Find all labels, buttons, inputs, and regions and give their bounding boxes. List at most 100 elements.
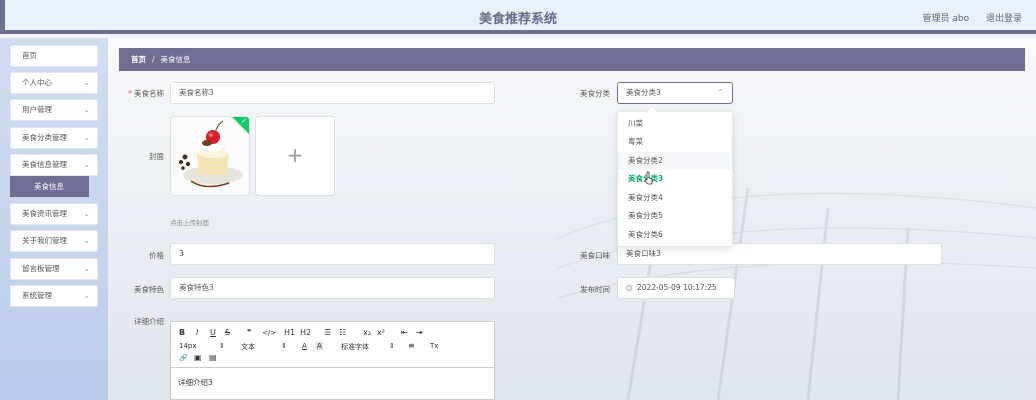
underline-button[interactable]: U xyxy=(210,328,216,337)
chevron-down-icon: ⌄ xyxy=(83,291,90,300)
food-category-selected-value: 美食分类3 xyxy=(626,88,661,97)
editor-toolbar: B I U S ❞ </> H1 H2 ☰ ☷ x₂ x² ⇤ ⇥ 14px ⇕… xyxy=(171,322,494,368)
cover-image-preview[interactable]: ✓ xyxy=(170,116,250,196)
editor-content[interactable]: 详细介绍3 xyxy=(178,377,213,388)
dropdown-option-selected[interactable]: 美食分类3 xyxy=(618,170,732,188)
food-name-input[interactable]: 美食名称3 xyxy=(170,82,495,104)
sidebar-subitem-food-info[interactable]: 美食信息 xyxy=(10,176,89,197)
sidebar-item-system-management[interactable]: 系统管理 ⌄ xyxy=(10,285,98,307)
dropdown-option[interactable]: 川菜 xyxy=(618,115,732,133)
background-color-icon[interactable]: A xyxy=(316,342,323,350)
code-icon[interactable]: </> xyxy=(262,329,276,337)
sidebar-item-label: 首页 xyxy=(22,51,37,60)
mouse-pointer-icon xyxy=(644,171,653,185)
dropdown-option[interactable]: 美食分类4 xyxy=(618,189,732,207)
top-header: 美食推荐系统 管理员 abo 退出登录 xyxy=(0,0,1036,34)
plus-icon: + xyxy=(286,143,304,167)
cover-label: 封面 xyxy=(149,152,164,161)
sidebar-item-user-management[interactable]: 用户管理 ⌄ xyxy=(10,99,98,121)
chevron-down-icon: ⌄ xyxy=(83,78,90,87)
taste-label: 美食口味 xyxy=(580,251,610,260)
sidebar-item-home[interactable]: 首页 xyxy=(10,45,98,67)
dropdown-option[interactable]: 美食分类5 xyxy=(618,207,732,225)
user-area: 管理员 abo 退出登录 xyxy=(909,11,1023,24)
site-title: 美食推荐系统 xyxy=(478,12,557,27)
sidebar-subitem-label: 美食信息 xyxy=(34,182,64,191)
superscript-button[interactable]: x² xyxy=(377,328,385,337)
publish-time-value: 2022-05-09 10:17:25 xyxy=(637,283,717,292)
link-icon[interactable]: 🔗 xyxy=(179,354,188,362)
outdent-icon[interactable]: ⇤ xyxy=(401,328,408,337)
font-family-select[interactable]: 标准字体 xyxy=(341,342,369,352)
breadcrumb-home[interactable]: 首页 xyxy=(131,55,146,64)
strike-button[interactable]: S xyxy=(225,328,230,337)
sidebar-item-label: 个人中心 xyxy=(22,78,52,87)
font-size-select[interactable]: 14px xyxy=(179,342,197,350)
indent-icon[interactable]: ⇥ xyxy=(416,328,423,337)
italic-button[interactable]: I xyxy=(196,328,198,337)
sidebar-item-message-management[interactable]: 留言板管理 ⌄ xyxy=(10,258,98,280)
quote-icon[interactable]: ❞ xyxy=(247,328,251,337)
sidebar-item-label: 美食分类管理 xyxy=(22,133,67,142)
food-category-select[interactable]: 美食分类3 ⌃ xyxy=(617,82,733,104)
heading2-button[interactable]: H2 xyxy=(300,328,311,337)
bullet-list-icon[interactable]: ☷ xyxy=(339,328,346,337)
chevron-down-icon: ⌄ xyxy=(83,264,90,273)
required-mark: * xyxy=(128,89,132,98)
food-name-label: * 美食名称 xyxy=(104,88,164,99)
text-style-select[interactable]: 文本 xyxy=(241,342,255,352)
dropdown-option[interactable]: 粤菜 xyxy=(618,133,732,151)
sidebar-item-news-management[interactable]: 美食资讯管理 ⌄ xyxy=(10,203,98,225)
check-icon: ✓ xyxy=(241,117,247,125)
chevron-down-icon: ⌄ xyxy=(83,133,90,142)
dropdown-option-hovered[interactable]: 美食分类2 xyxy=(618,152,732,170)
sidebar-item-label: 美食资讯管理 xyxy=(22,209,67,218)
category-dropdown: 川菜 粤菜 美食分类2 美食分类3 美食分类4 美食分类5 美食分类6 xyxy=(617,105,733,247)
video-icon[interactable]: ▤ xyxy=(209,353,217,362)
dropdown-option[interactable]: 美食分类6 xyxy=(618,226,732,244)
chevron-down-icon: ⌄ xyxy=(83,236,90,245)
upload-add-button[interactable]: + xyxy=(255,116,335,196)
subscript-button[interactable]: x₂ xyxy=(363,328,371,337)
sidebar-item-about-management[interactable]: 关于我们管理 ⌄ xyxy=(10,230,98,252)
sidebar-item-category-management[interactable]: 美食分类管理 ⌄ xyxy=(10,127,98,149)
sidebar-item-label: 用户管理 xyxy=(22,105,52,114)
price-input[interactable]: 3 xyxy=(170,243,495,265)
sidebar-item-label: 留言板管理 xyxy=(22,264,60,273)
user-name-label: 管理员 abo xyxy=(922,14,970,24)
chevron-down-icon: ⌄ xyxy=(83,160,90,169)
price-label: 价格 xyxy=(149,251,164,260)
heading1-button[interactable]: H1 xyxy=(284,328,295,337)
sidebar-item-label: 关于我们管理 xyxy=(22,236,67,245)
bold-button[interactable]: B xyxy=(179,328,185,337)
sidebar-item-personal-center[interactable]: 个人中心 ⌄ xyxy=(10,72,98,94)
feature-input[interactable]: 美食特色3 xyxy=(170,277,495,299)
breadcrumb-separator: / xyxy=(152,55,155,64)
chevron-down-icon: ⌄ xyxy=(83,105,90,114)
logout-link[interactable]: 退出登录 xyxy=(986,14,1022,24)
sidebar-item-label: 系统管理 xyxy=(22,291,52,300)
rich-text-editor[interactable]: B I U S ❞ </> H1 H2 ☰ ☷ x₂ x² ⇤ ⇥ 14px ⇕… xyxy=(170,321,495,400)
text-style-arrow-icon: ⇕ xyxy=(281,342,287,350)
ordered-list-icon[interactable]: ☰ xyxy=(324,328,331,337)
clock-icon xyxy=(626,285,632,291)
feature-label: 美食特色 xyxy=(134,285,164,294)
breadcrumb: 首页 / 美食信息 xyxy=(119,48,1025,71)
font-color-icon[interactable]: A xyxy=(302,342,307,350)
chevron-down-icon: ⌄ xyxy=(83,209,90,218)
cake-image xyxy=(171,117,249,195)
publish-time-input[interactable]: 2022-05-09 10:17:25 xyxy=(617,277,735,299)
publish-time-label: 发布时间 xyxy=(580,285,610,294)
clear-format-icon[interactable]: Tx xyxy=(430,342,438,350)
font-size-arrow-icon: ⇕ xyxy=(219,342,225,350)
food-name-label-text: 美食名称 xyxy=(134,89,164,98)
sidebar-item-food-info-management[interactable]: 美食信息管理 ⌄ xyxy=(10,154,98,176)
image-icon[interactable]: ▣ xyxy=(194,353,202,362)
food-category-label: 美食分类 xyxy=(580,89,610,98)
upload-hint: 点击上传封面 xyxy=(170,219,209,227)
chevron-up-icon: ⌃ xyxy=(717,88,724,97)
detail-label: 详细介绍 xyxy=(134,317,164,326)
align-icon[interactable]: ≡ xyxy=(408,341,415,350)
sidebar-item-label: 美食信息管理 xyxy=(22,160,67,169)
font-family-arrow-icon: ⇕ xyxy=(389,342,395,350)
